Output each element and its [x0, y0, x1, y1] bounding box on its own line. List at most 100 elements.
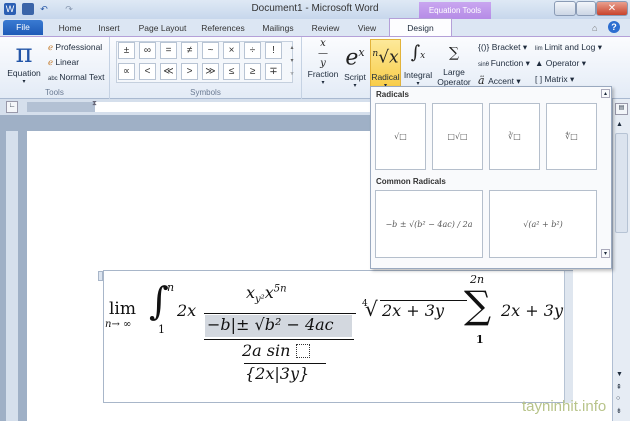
num2-sup: 5n [273, 283, 287, 295]
symbol-button[interactable]: < [139, 63, 156, 80]
limit-and-log-label: Limit and Log [544, 42, 596, 52]
limit-and-log-button[interactable]: lim Limit and Log ▾ [535, 42, 602, 53]
symbols-scroll[interactable]: ▴ ▾ ▿ [287, 42, 297, 82]
root-body: 2x + 3y [382, 301, 444, 320]
radical-button[interactable]: n√x Radical▾ [370, 39, 401, 89]
sum-lower: 1 [476, 333, 484, 346]
symbol-button[interactable]: ÷ [244, 42, 261, 59]
tools-group-label: Tools [45, 88, 64, 97]
script-label: Script [344, 72, 366, 83]
den-brackets: {2x|3y} [245, 364, 310, 383]
maximize-button[interactable] [576, 1, 596, 16]
large-operator-label: Large Operator [437, 67, 471, 87]
tab-review[interactable]: Review [308, 21, 343, 36]
den-2a-sin: 2a sin [242, 341, 310, 360]
tab-file[interactable]: File [3, 20, 43, 35]
radical-cube-root[interactable]: ∛□ [489, 103, 540, 170]
symbol-button[interactable]: × [223, 42, 240, 59]
tab-insert[interactable]: Insert [93, 21, 125, 36]
tab-page-layout[interactable]: Page Layout [135, 21, 190, 36]
tab-references[interactable]: References [198, 21, 248, 36]
symbol-button[interactable]: ∞ [139, 42, 156, 59]
equation-handle-icon[interactable] [98, 271, 103, 281]
tab-design[interactable]: Design [389, 18, 452, 37]
large-operator-button[interactable]: ∑ Large Operator [434, 39, 474, 87]
ribbon-tabs: Home Insert Page Layout References Maili… [0, 19, 630, 36]
browse-object-icon[interactable]: ○ [616, 395, 620, 402]
num-base: x [246, 283, 256, 302]
help-icon[interactable]: ? [608, 21, 620, 33]
vertical-scrollbar[interactable]: ▤ ▲ ▼ ⇞ ○ ⇟ [612, 99, 630, 421]
quadratic-formula-item[interactable]: −b ± √(b² − 4ac) / 2a [375, 190, 483, 258]
minimize-button[interactable] [554, 1, 576, 16]
equation-button[interactable]: π Equation ▾ [6, 40, 42, 85]
symbol-button[interactable]: ∝ [118, 63, 135, 80]
bracket-icon: {()} [478, 42, 492, 52]
term-2x: 2x [177, 301, 197, 320]
symbol-button[interactable]: ~ [202, 42, 219, 59]
vertical-ruler[interactable] [6, 131, 18, 421]
tab-home[interactable]: Home [55, 21, 85, 36]
radical-icon: n√x [372, 47, 399, 68]
tab-mailings[interactable]: Mailings [258, 21, 298, 36]
operator-button[interactable]: ▲ Operator ▾ [535, 58, 586, 69]
fraction-button[interactable]: x — y Fraction ▾ [306, 38, 340, 87]
radical-label: Radical [371, 71, 400, 82]
selected-denominator[interactable]: −b|± √b² − 4ac [205, 315, 352, 337]
function-button[interactable]: sinθ Function ▾ [478, 58, 530, 69]
professional-button[interactable]: ℯ Professional [48, 42, 102, 53]
scroll-up-icon[interactable]: ▲ [616, 121, 623, 128]
symbol-button[interactable]: = [160, 42, 177, 59]
radical-with-degree[interactable]: □√□ [432, 103, 483, 170]
integral-button[interactable]: ∫x Integral ▾ [402, 39, 434, 87]
gallery-scroll-down-icon[interactable]: ▾ [601, 249, 610, 258]
indent-marker-icon[interactable]: ⧗ [92, 100, 97, 108]
symbol-button[interactable]: ≥ [244, 63, 261, 80]
function-label: Function [490, 58, 524, 68]
symbol-button[interactable]: ≫ [202, 63, 219, 80]
normal-text-icon: abc [48, 76, 60, 82]
symbol-button[interactable]: ≤ [223, 63, 240, 80]
window-title: Document1 - Microsoft Word [251, 3, 379, 14]
script-button[interactable]: ex Script ▾ [341, 39, 369, 89]
close-button[interactable]: ✕ [596, 1, 628, 16]
bracket-label: Bracket [491, 42, 521, 52]
scroll-down-icon[interactable]: ▼ [616, 371, 623, 378]
next-page-icon[interactable]: ⇟ [616, 407, 622, 415]
fraction-icon: x — y [318, 38, 328, 69]
lim-subscript: n→ ∞ [105, 319, 132, 330]
gallery-scroll-up-icon[interactable]: ▴ [601, 89, 610, 98]
equation-scrollbar[interactable] [564, 271, 573, 403]
sum-icon: ∑ [449, 45, 459, 61]
symbol-button[interactable]: ≪ [160, 63, 177, 80]
bracket-button[interactable]: {()} Bracket ▾ [478, 42, 527, 53]
equation-label: Equation [7, 68, 41, 78]
previous-page-icon[interactable]: ⇞ [616, 383, 622, 391]
sum-body: 2x + 3y [501, 301, 563, 320]
ruler-toggle-icon[interactable]: ▤ [615, 103, 628, 115]
tab-selector-icon[interactable]: ∟ [6, 101, 18, 113]
tab-view[interactable]: View [352, 21, 382, 36]
symbol-button[interactable]: ± [118, 42, 135, 59]
symbols-group-label: Symbols [190, 88, 221, 97]
scroll-thumb[interactable] [615, 133, 628, 233]
pythagorean-radical-item[interactable]: √(a² + b²) [489, 190, 597, 258]
symbol-button[interactable]: ∓ [265, 63, 282, 80]
matrix-button[interactable]: [ ] Matrix ▾ [535, 74, 574, 85]
placeholder-box[interactable] [295, 344, 310, 358]
radical-square-root[interactable]: √□ [375, 103, 426, 170]
integral-lower: 1 [158, 323, 165, 336]
normal-text-button[interactable]: abc Normal Text [48, 72, 105, 82]
symbol-button[interactable]: ! [265, 42, 282, 59]
title-bar: W ↶ ↷ Document1 - Microsoft Word ✕ [0, 0, 630, 19]
fraction-label: Fraction [307, 69, 339, 79]
radical-fourth-root[interactable]: ∜□ [546, 103, 597, 170]
equation-container[interactable]: lim n→ ∞ ∫ n 1 2x xy²x5n −b|± √b² − 4ac … [98, 270, 573, 403]
numerator: xy²x5n [246, 283, 287, 305]
symbol-button[interactable]: > [181, 63, 198, 80]
linear-label: Linear [55, 57, 80, 67]
linear-button[interactable]: ℯ Linear [48, 57, 79, 68]
minimize-ribbon-icon[interactable]: ⌂ [592, 23, 597, 33]
script-icon: ex [345, 45, 365, 71]
symbol-button[interactable]: ≠ [181, 42, 198, 59]
